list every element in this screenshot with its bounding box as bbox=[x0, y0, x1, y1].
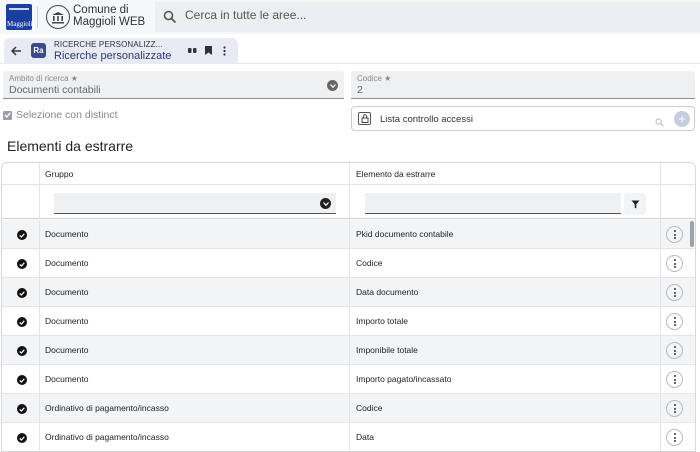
global-search[interactable] bbox=[155, 2, 700, 32]
chevron-down-icon[interactable] bbox=[320, 198, 331, 209]
cell-gruppo: Documento bbox=[45, 287, 89, 297]
check-circle-icon bbox=[17, 433, 27, 443]
row-menu-icon[interactable] bbox=[666, 226, 683, 243]
column-divider bbox=[660, 220, 661, 451]
cell-elemento: Importo totale bbox=[356, 316, 408, 326]
check-circle-icon bbox=[17, 288, 27, 298]
cell-elemento: Codice bbox=[356, 258, 383, 268]
tab-badge: Ra bbox=[31, 43, 46, 58]
cell-gruppo: Documento bbox=[45, 345, 89, 355]
check-circle-icon bbox=[17, 375, 27, 385]
acl-field[interactable]: Lista controllo accessi + bbox=[351, 106, 695, 131]
cell-gruppo: Ordinativo di pagamento/incasso bbox=[45, 403, 169, 413]
lock-icon bbox=[358, 112, 371, 125]
link-icon[interactable] bbox=[188, 46, 197, 56]
codice-value: 2 bbox=[357, 84, 363, 96]
row-menu-icon[interactable] bbox=[666, 371, 683, 388]
check-circle-icon bbox=[17, 317, 27, 327]
elements-grid: Gruppo Elemento da estrarre Documento Pk… bbox=[1, 162, 696, 452]
add-icon[interactable]: + bbox=[674, 111, 690, 127]
column-divider bbox=[349, 220, 350, 451]
app-name[interactable]: Comune di Maggioli WEB bbox=[73, 4, 145, 28]
cell-elemento: Codice bbox=[356, 403, 383, 413]
tab-title: Ricerche personalizzate bbox=[54, 50, 172, 62]
cell-elemento: Imponibile totale bbox=[356, 345, 418, 355]
cell-elemento: Data bbox=[356, 432, 374, 442]
grid-scrollbar[interactable] bbox=[690, 221, 694, 247]
tab-bar: Ra RICERCHE PERSONALIZZ... Ricerche pers… bbox=[0, 34, 700, 64]
distinct-label: Selezione con distinct bbox=[16, 109, 118, 121]
cell-gruppo: Documento bbox=[45, 316, 89, 326]
cell-gruppo: Documento bbox=[45, 229, 89, 239]
row-menu-icon[interactable] bbox=[666, 284, 683, 301]
check-circle-icon bbox=[17, 259, 27, 269]
gruppo-filter-input[interactable] bbox=[54, 193, 336, 214]
distinct-checkbox-row[interactable]: Selezione con distinct bbox=[3, 109, 118, 121]
row-menu-icon[interactable] bbox=[666, 342, 683, 359]
bookmark-icon[interactable] bbox=[205, 46, 212, 57]
tab-ricerche-personalizzate[interactable]: Ra RICERCHE PERSONALIZZ... Ricerche pers… bbox=[4, 38, 238, 64]
ambito-ricerca-label: Ambito di ricerca ★ bbox=[9, 74, 78, 83]
elemento-filter-input[interactable] bbox=[365, 193, 621, 214]
search-icon bbox=[163, 10, 177, 29]
row-menu-icon[interactable] bbox=[666, 313, 683, 330]
codice-label: Codice ★ bbox=[357, 74, 392, 83]
cell-gruppo: Ordinativo di pagamento/incasso bbox=[45, 432, 169, 442]
tab-subtitle: RICERCHE PERSONALIZZ... bbox=[54, 40, 163, 49]
app-name-line2: Maggioli WEB bbox=[73, 16, 146, 28]
top-bar: Maggioli Comune di Maggioli WEB bbox=[0, 0, 700, 34]
acl-label: Lista controllo accessi bbox=[380, 114, 473, 125]
column-divider bbox=[39, 220, 40, 451]
row-menu-icon[interactable] bbox=[666, 429, 683, 446]
chevron-down-icon[interactable] bbox=[327, 80, 338, 91]
app-name-line1: Comune di bbox=[73, 4, 129, 16]
filter-row bbox=[2, 185, 695, 219]
cell-gruppo: Documento bbox=[45, 374, 89, 384]
column-header-elemento[interactable]: Elemento da estrarre bbox=[356, 169, 435, 179]
global-search-input[interactable] bbox=[185, 8, 585, 22]
check-circle-icon bbox=[17, 346, 27, 356]
check-circle-icon bbox=[17, 404, 27, 414]
distinct-checkbox[interactable] bbox=[3, 110, 12, 120]
cell-elemento: Data documento bbox=[356, 287, 419, 297]
city-hall-icon bbox=[46, 5, 70, 29]
maggioli-logo: Maggioli bbox=[6, 4, 32, 30]
codice-field[interactable]: Codice ★ 2 bbox=[351, 71, 695, 99]
check-circle-icon bbox=[17, 230, 27, 240]
back-arrow-icon[interactable] bbox=[8, 44, 24, 58]
search-icon[interactable] bbox=[655, 114, 664, 132]
row-menu-icon[interactable] bbox=[666, 400, 683, 417]
more-options-icon[interactable] bbox=[223, 46, 226, 58]
logo-text: Maggioli bbox=[7, 20, 32, 28]
cell-gruppo: Documento bbox=[45, 258, 89, 268]
cell-elemento: Importo pagato/incassato bbox=[356, 374, 452, 384]
ambito-ricerca-select[interactable]: Ambito di ricerca ★ Documenti contabili bbox=[3, 71, 344, 99]
column-header-gruppo[interactable]: Gruppo bbox=[45, 169, 73, 179]
cell-elemento: Pkid documento contabile bbox=[356, 229, 454, 239]
filter-funnel-icon[interactable] bbox=[624, 193, 646, 215]
row-menu-icon[interactable] bbox=[666, 255, 683, 272]
ambito-ricerca-value: Documenti contabili bbox=[9, 84, 101, 96]
divider bbox=[37, 6, 38, 28]
section-title: Elementi da estrarre bbox=[7, 138, 134, 154]
